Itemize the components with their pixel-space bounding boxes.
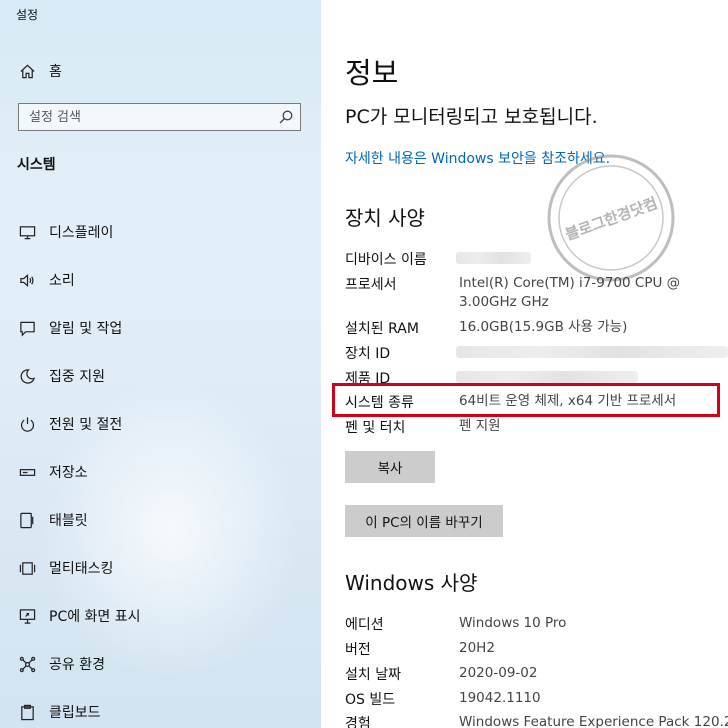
sidebar: 설정 홈 시스템 디스플레이 소리 알림 및 작업 집중 지원 [0, 0, 321, 728]
sidebar-item-label: 디스플레이 [49, 225, 114, 241]
spec-key: 경험 [345, 716, 371, 728]
spec-key: 버전 [345, 642, 371, 658]
redacted-product-id [456, 371, 638, 383]
moon-icon [18, 367, 36, 385]
watermark-text: 블로그한경닷컴 [563, 194, 660, 244]
spec-key: 설치 날짜 [345, 667, 401, 683]
home-nav-item[interactable]: 홈 [18, 60, 62, 82]
sidebar-item-label: 공유 환경 [49, 657, 105, 673]
sidebar-item-storage[interactable]: 저장소 [18, 448, 141, 496]
search-icon[interactable] [278, 109, 294, 125]
sidebar-item-project[interactable]: PC에 화면 표시 [18, 592, 141, 640]
spec-value: Windows 10 Pro [459, 615, 567, 631]
redacted-device-id [456, 346, 728, 358]
sidebar-item-display[interactable]: 디스플레이 [18, 208, 141, 256]
sidebar-item-label: 저장소 [49, 465, 88, 481]
spec-value: Windows Feature Experience Pack 120.2212 [459, 714, 728, 728]
sidebar-item-multitasking[interactable]: 멀티태스킹 [18, 544, 141, 592]
sidebar-item-label: 알림 및 작업 [49, 321, 123, 337]
sidebar-item-focus-assist[interactable]: 집중 지원 [18, 352, 141, 400]
watermark-stamp: 블로그한경닷컴 [547, 154, 675, 282]
sidebar-item-label: 소리 [49, 273, 75, 289]
window-title: 설정 [16, 8, 39, 22]
spec-key: 펜 및 터치 [345, 420, 406, 436]
search-box[interactable] [18, 103, 301, 131]
page-title: 정보 [345, 56, 399, 90]
sidebar-item-sound[interactable]: 소리 [18, 256, 141, 304]
storage-icon [18, 463, 36, 481]
sidebar-item-label: 태블릿 [49, 513, 88, 529]
tablet-icon [18, 511, 36, 529]
sidebar-item-label: 클립보드 [49, 705, 101, 721]
device-specs-heading: 장치 사양 [345, 206, 425, 230]
sidebar-item-clipboard[interactable]: 클립보드 [18, 688, 141, 728]
sidebar-item-tablet[interactable]: 태블릿 [18, 496, 141, 544]
display-icon [18, 223, 36, 241]
spec-value: 16.0GB(15.9GB 사용 가능) [459, 319, 628, 335]
project-icon [18, 607, 36, 625]
spec-value: 펜 지원 [459, 418, 501, 434]
spec-key: 프로세서 [345, 277, 397, 293]
section-title: 시스템 [17, 157, 56, 173]
spec-key: 장치 ID [345, 346, 391, 362]
rename-pc-button[interactable]: 이 PC의 이름 바꾸기 [345, 505, 503, 537]
spec-value: 19042.1110 [459, 690, 541, 706]
sidebar-nav: 디스플레이 소리 알림 및 작업 집중 지원 전원 및 절전 저장소 태블릿 멀… [18, 208, 141, 728]
power-icon [18, 415, 36, 433]
home-label: 홈 [49, 64, 62, 80]
spec-value: 20H2 [459, 640, 495, 656]
sidebar-item-notifications[interactable]: 알림 및 작업 [18, 304, 141, 352]
sidebar-item-label: PC에 화면 표시 [49, 609, 141, 625]
spec-key: OS 빌드 [345, 692, 396, 708]
spec-key: 설치된 RAM [345, 321, 419, 337]
clipboard-icon [18, 703, 36, 721]
copy-button[interactable]: 복사 [345, 451, 435, 483]
spec-key: 디바이스 이름 [345, 252, 427, 268]
spec-value: Intel(R) Core(TM) i7-9700 CPU @ 3.00GHz … [459, 275, 681, 310]
main-content: 정보 PC가 모니터링되고 보호됩니다. 자세한 내용은 Windows 보안을… [321, 0, 728, 728]
multitasking-icon [18, 559, 36, 577]
sidebar-item-label: 집중 지원 [49, 369, 105, 385]
sidebar-item-share[interactable]: 공유 환경 [18, 640, 141, 688]
home-icon [18, 62, 36, 80]
sidebar-item-label: 멀티태스킹 [49, 561, 114, 577]
speaker-icon [18, 271, 36, 289]
highlight-box [332, 383, 720, 417]
search-input[interactable] [19, 104, 269, 130]
spec-key: 에디션 [345, 617, 384, 633]
sidebar-item-power[interactable]: 전원 및 절전 [18, 400, 141, 448]
sidebar-item-label: 전원 및 절전 [49, 417, 123, 433]
redacted-device-name [456, 252, 531, 264]
protection-status: PC가 모니터링되고 보호됩니다. [345, 106, 598, 128]
notification-icon [18, 319, 36, 337]
spec-value: 2020-09-02 [459, 665, 538, 681]
share-icon [18, 655, 36, 673]
windows-specs-heading: Windows 사양 [345, 571, 478, 595]
